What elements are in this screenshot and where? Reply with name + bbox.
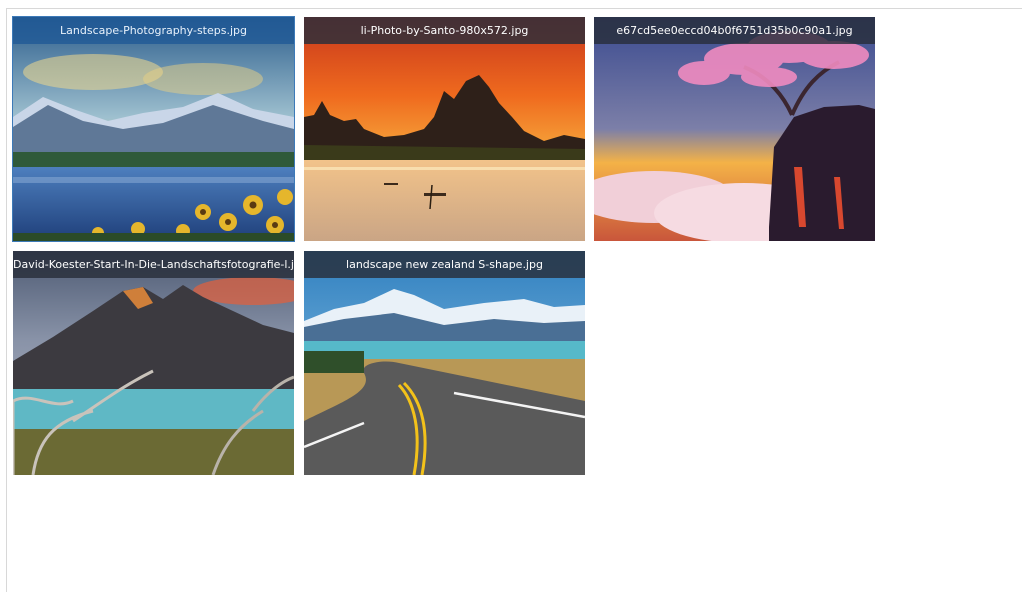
thumbnail-landscape-new-zealand[interactable]: landscape new zealand S-shape.jpg — [304, 251, 585, 475]
thumbnail-caption: li-Photo-by-Santo-980x572.jpg — [304, 17, 585, 44]
thumbnail-caption: landscape new zealand S-shape.jpg — [304, 251, 585, 278]
thumbnail-caption: e67cd5ee0eccd04b0f6751d35b0c90a1.jpg — [594, 17, 875, 44]
thumbnail-image-lake-flowers — [13, 17, 294, 241]
thumbnail-landscape-photography-steps[interactable]: Landscape-Photography-steps.jpg — [13, 17, 294, 241]
thumbnail-li-photo-by-santo[interactable]: li-Photo-by-Santo-980x572.jpg — [304, 17, 585, 241]
thumbnail-caption: Landscape-Photography-steps.jpg — [13, 17, 294, 44]
thumbnail-image-sunset-river — [304, 17, 585, 241]
thumbnail-image-road-mountains — [304, 251, 585, 475]
thumbnail-e67cd5ee[interactable]: e67cd5ee0eccd04b0f6751d35b0c90a1.jpg — [594, 17, 875, 241]
thumbnail-caption: David-Koester-Start-In-Die-Landschaftsfo… — [13, 251, 294, 278]
thumbnail-image-fantasy-tree — [594, 17, 875, 241]
thumbnail-image-mountain-lake — [13, 251, 294, 475]
thumbnail-david-koester[interactable]: David-Koester-Start-In-Die-Landschaftsfo… — [13, 251, 294, 475]
